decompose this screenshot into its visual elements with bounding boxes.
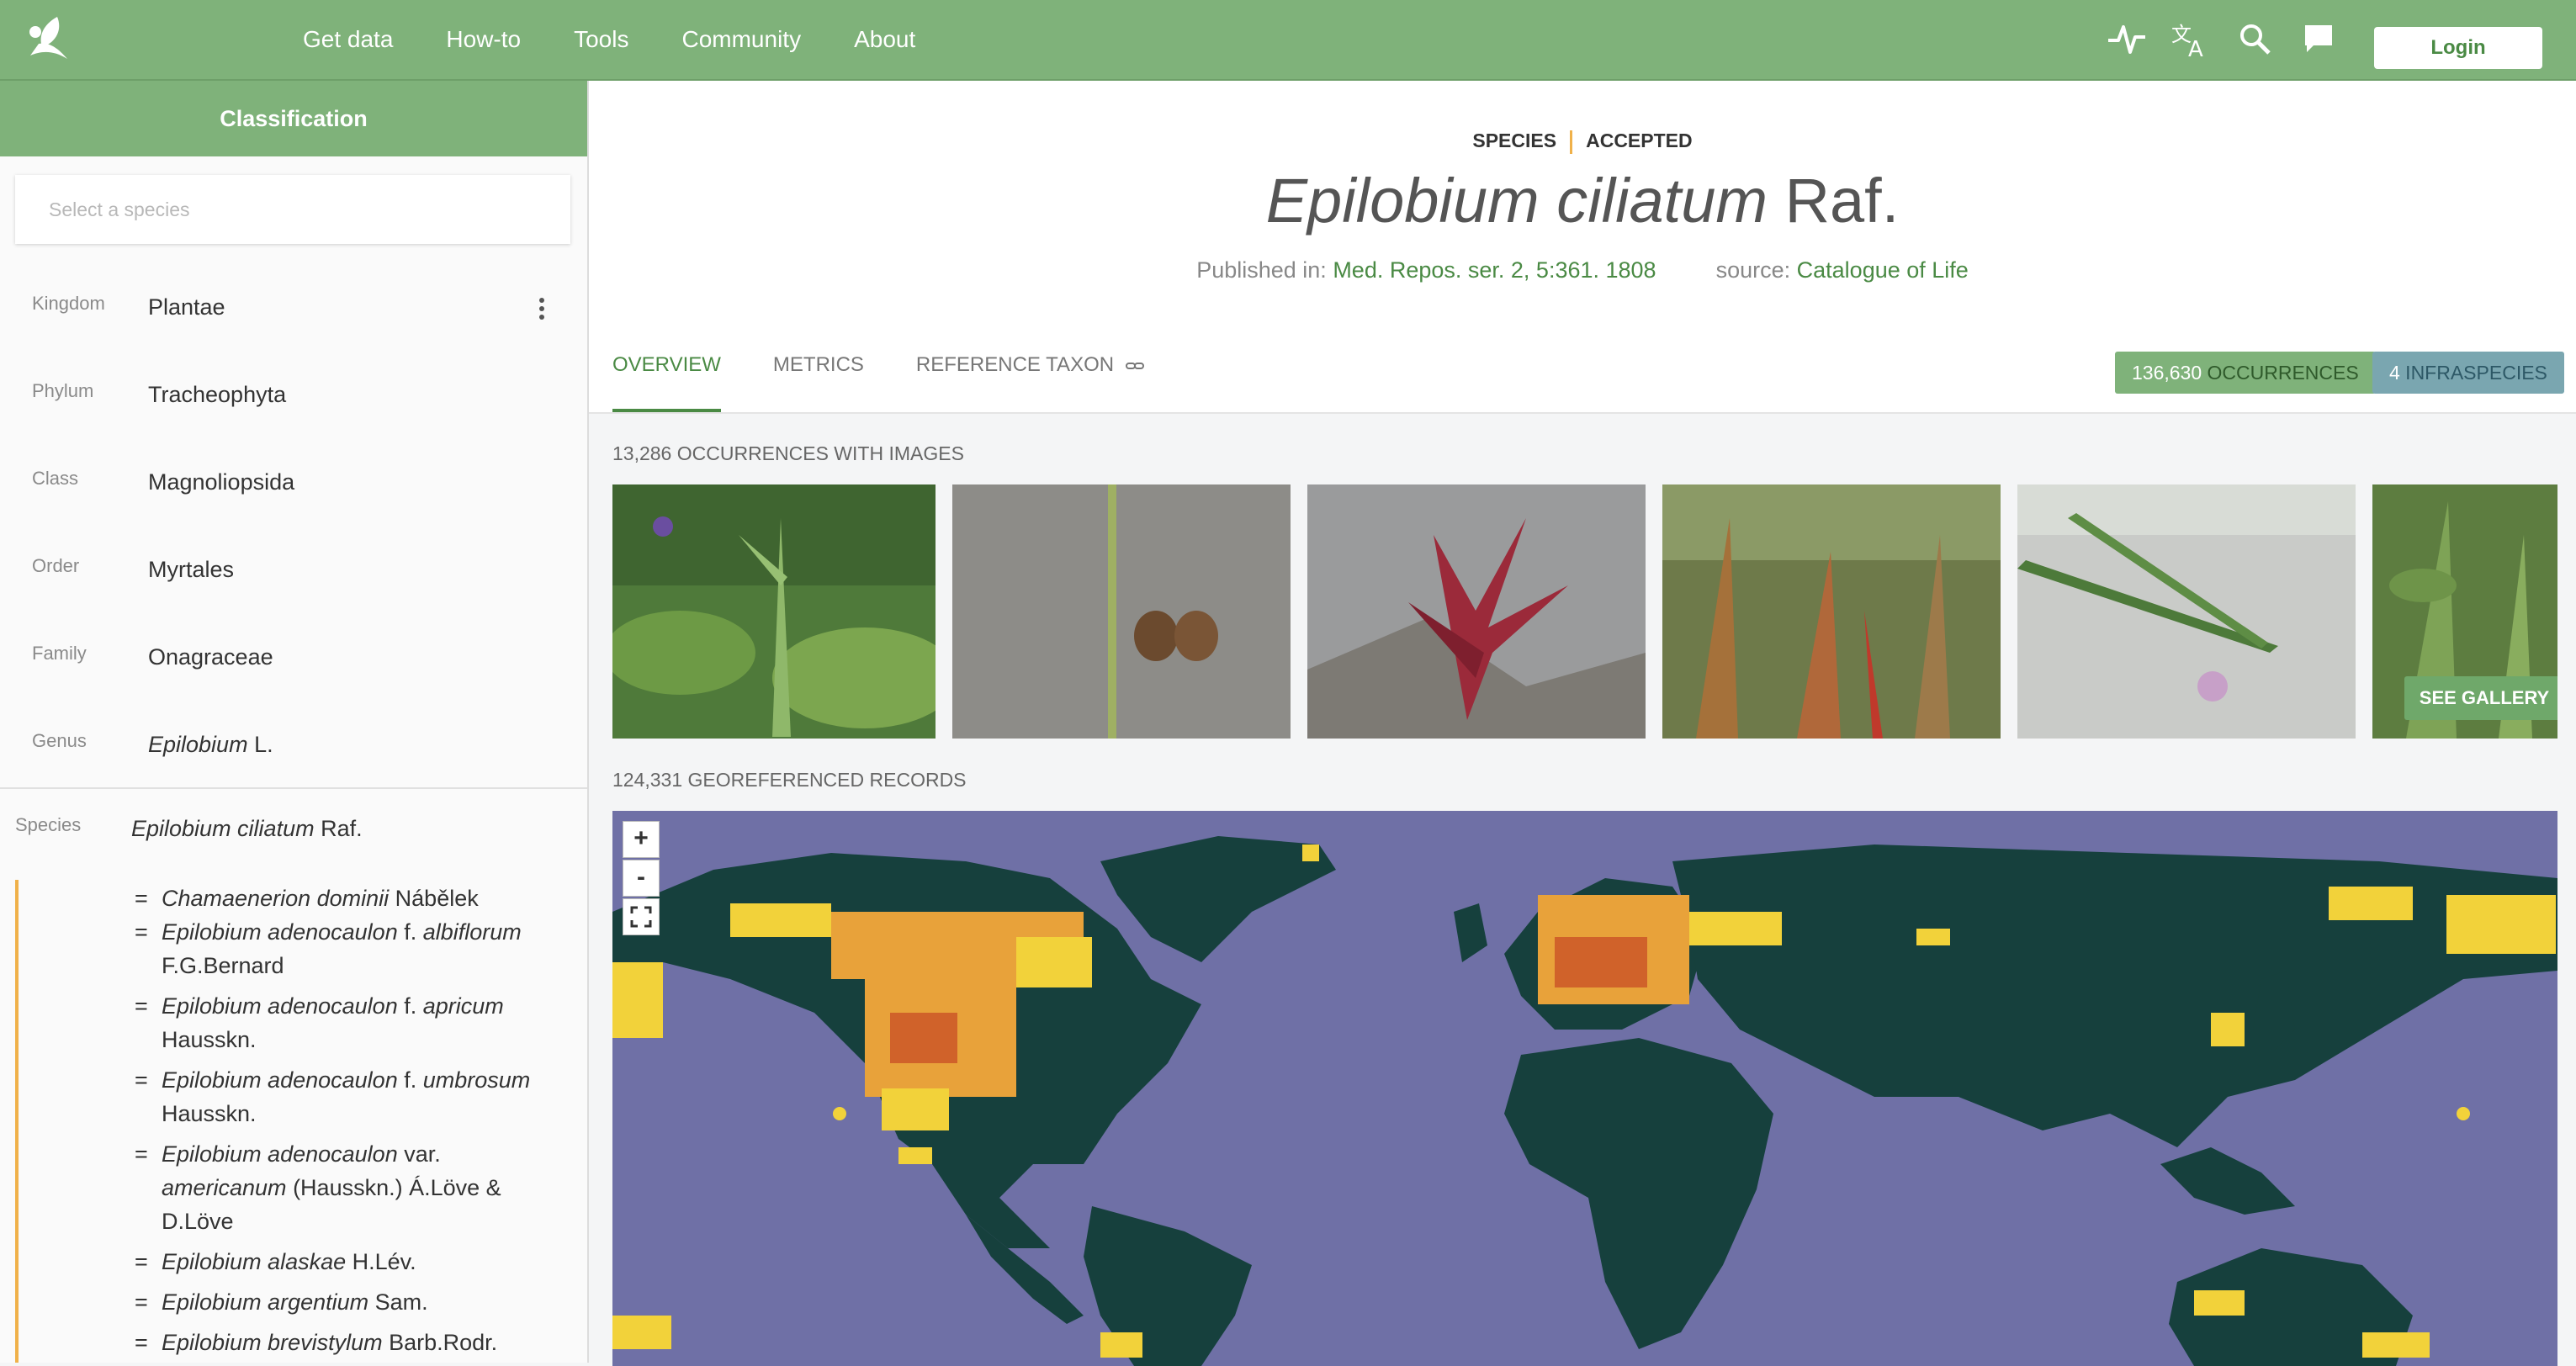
rank-label: Family: [32, 643, 87, 664]
infraspecies-badge[interactable]: 4 INFRASPECIES: [2372, 352, 2564, 394]
species-header: SPECIES ACCEPTED Epilobium ciliatum Raf. …: [589, 81, 2576, 414]
tab-reference-taxon[interactable]: REFERENCE TAXON: [916, 342, 1145, 412]
rank-family[interactable]: Family Onagraceae: [0, 633, 587, 720]
occurrence-map[interactable]: + -: [612, 811, 2557, 1366]
link-icon: [1125, 362, 1144, 369]
publication-line: Published in: Med. Repos. ser. 2, 5:361.…: [1196, 257, 1969, 283]
rank-phylum[interactable]: Phylum Tracheophyta: [0, 370, 587, 458]
nav-about[interactable]: About: [854, 26, 915, 53]
species-search-input[interactable]: Select a species: [15, 175, 570, 244]
rank-kingdom[interactable]: Kingdom Plantae: [0, 283, 587, 370]
fullscreen-icon: [630, 906, 652, 928]
classification-sidebar: Classification Select a species Kingdom …: [0, 81, 589, 1363]
rank-value[interactable]: Tracheophyta: [148, 382, 286, 408]
occurrence-image[interactable]: [1307, 484, 1646, 739]
images-heading: 13,286 OCCURRENCES WITH IMAGES: [612, 442, 964, 464]
sidebar-title: Classification: [0, 81, 587, 156]
nav-get-data[interactable]: Get data: [303, 26, 393, 53]
rank-label: Genus: [32, 730, 87, 751]
rank-value[interactable]: Onagraceae: [148, 644, 273, 670]
rank-label: Class: [32, 468, 79, 489]
rank-order[interactable]: Order Myrtales: [0, 545, 587, 633]
top-navbar: Get data How-to Tools Community About 文A…: [0, 0, 2576, 81]
rank-value[interactable]: Myrtales: [148, 557, 234, 583]
page-title: Epilobium ciliatum Raf.: [1265, 166, 1900, 236]
occurrences-badge[interactable]: 136,630 OCCURRENCES: [2115, 352, 2376, 394]
rank-label: Order: [32, 555, 80, 576]
rank-value[interactable]: Epilobium ciliatum Raf.: [131, 816, 363, 842]
more-options-icon[interactable]: [535, 294, 549, 328]
occurrence-image[interactable]: [2017, 484, 2356, 739]
login-button[interactable]: Login: [2374, 27, 2542, 69]
synonym-indicator-bar: [15, 880, 19, 1363]
gbif-logo[interactable]: [24, 13, 77, 64]
taxon-status: SPECIES ACCEPTED: [589, 130, 2576, 154]
genus-name: Epilobium: [148, 732, 248, 757]
zoom-in-button[interactable]: +: [623, 821, 660, 858]
rank-label: Species: [15, 814, 82, 835]
rank-label: Kingdom: [32, 293, 105, 314]
source-link[interactable]: Catalogue of Life: [1797, 257, 1969, 283]
species-main: SPECIES ACCEPTED Epilobium ciliatum Raf. …: [589, 81, 2576, 1366]
search-icon[interactable]: [2231, 15, 2278, 62]
activity-icon[interactable]: [2103, 15, 2150, 62]
nav-tools[interactable]: Tools: [574, 26, 628, 53]
rank-value[interactable]: Plantae: [148, 294, 225, 320]
rank-tag: SPECIES: [1472, 130, 1557, 151]
map-heading: 124,331 GEOREFERENCED RECORDS: [612, 769, 967, 791]
fullscreen-button[interactable]: [623, 898, 660, 935]
genus-author: L.: [247, 732, 273, 757]
species-author: Raf.: [314, 816, 363, 841]
species-name: Epilobium ciliatum: [131, 816, 315, 841]
nav-how-to[interactable]: How-to: [446, 26, 521, 53]
tab-bar: OVERVIEW METRICS REFERENCE TAXON: [612, 342, 1197, 412]
status-tag: ACCEPTED: [1586, 130, 1693, 151]
image-gallery: SEE GALLERY: [612, 484, 2557, 739]
tab-overview[interactable]: OVERVIEW: [612, 342, 721, 412]
rank-species[interactable]: Species Epilobium ciliatum Raf.: [0, 804, 587, 892]
tab-metrics[interactable]: METRICS: [773, 342, 864, 412]
rank-value[interactable]: Magnoliopsida: [148, 469, 294, 495]
svg-text:A: A: [2188, 37, 2203, 58]
zoom-out-button[interactable]: -: [623, 860, 660, 897]
rank-value[interactable]: Epilobium L.: [148, 732, 273, 758]
sidebar-divider: [0, 787, 587, 789]
occurrence-image[interactable]: [612, 484, 936, 739]
rank-class[interactable]: Class Magnoliopsida: [0, 458, 587, 545]
publication-link[interactable]: Med. Repos. ser. 2, 5:361. 1808: [1333, 257, 1656, 283]
rank-label: Phylum: [32, 380, 94, 401]
rank-genus[interactable]: Genus Epilobium L.: [0, 720, 587, 807]
feedback-icon[interactable]: [2295, 15, 2342, 62]
occurrence-image[interactable]: [952, 484, 1291, 739]
occurrence-image[interactable]: [1662, 484, 2001, 739]
translate-icon[interactable]: 文A: [2167, 15, 2214, 62]
world-map: [612, 836, 2557, 1366]
nav-community[interactable]: Community: [681, 26, 801, 53]
see-gallery-button[interactable]: SEE GALLERY: [2404, 676, 2557, 720]
